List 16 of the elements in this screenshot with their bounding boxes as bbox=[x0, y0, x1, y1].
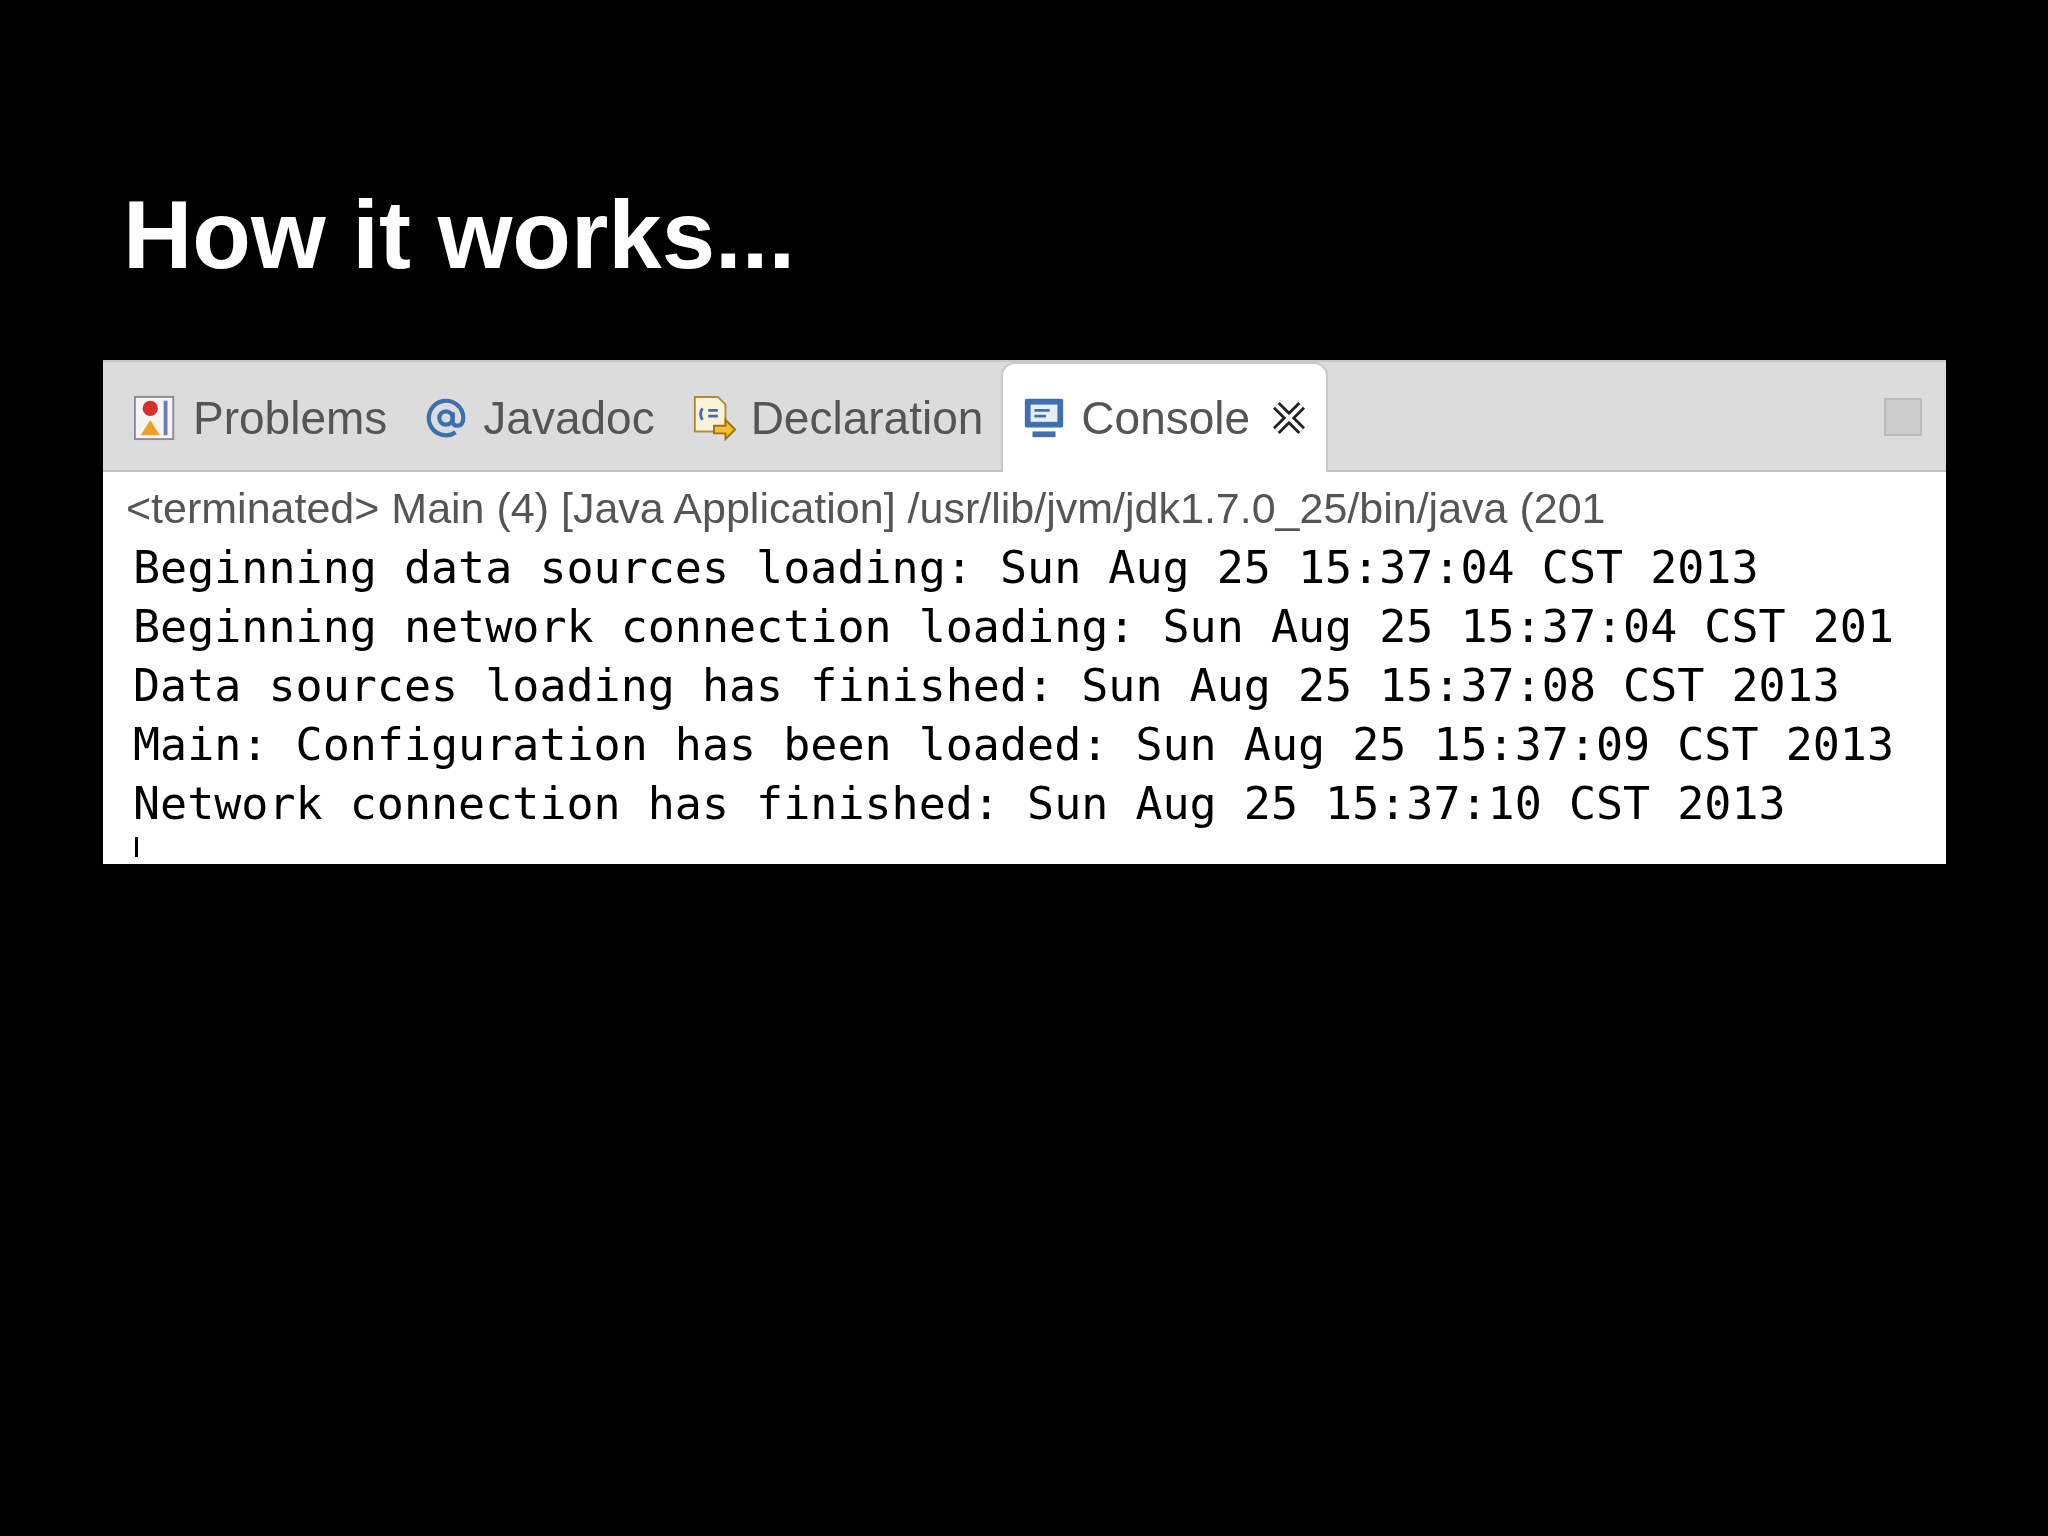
console-line: Data sources loading has finished: Sun Aug 25 15:37:08 CST 2013 bbox=[132, 658, 1841, 714]
console-line: Network connection has finished: Sun Aug 25 15:37:10 CST 2013 bbox=[132, 776, 1787, 832]
text-cursor bbox=[135, 837, 138, 857]
tab-label: Problems bbox=[193, 391, 388, 445]
view-tab[interactable]: Declaration bbox=[672, 366, 1002, 470]
view-tab[interactable]: Console bbox=[1001, 362, 1329, 472]
view-tab[interactable]: Problems bbox=[115, 366, 406, 470]
tab-label: Console bbox=[1081, 391, 1251, 445]
console-header: <terminated> Main (4) [Java Application] /usr/lib/jvm/jdk1.7.0_25/bin/java (201 bbox=[126, 483, 1607, 534]
console-line: Beginning network connection loading: Sun Aug 25 15:37:04 CST 201 bbox=[132, 599, 1895, 655]
view-tab[interactable]: Javadoc bbox=[405, 366, 673, 470]
console-line: Main: Configuration has been loaded: Sun Aug 25 15:37:09 CST 2013 bbox=[132, 717, 1895, 773]
tab-label: Declaration bbox=[750, 391, 984, 445]
console-line: Beginning data sources loading: Sun Aug 25 15:37:04 CST 2013 bbox=[132, 540, 1760, 596]
slide-title: How it works... bbox=[123, 180, 796, 290]
tab-label: Javadoc bbox=[483, 391, 655, 445]
